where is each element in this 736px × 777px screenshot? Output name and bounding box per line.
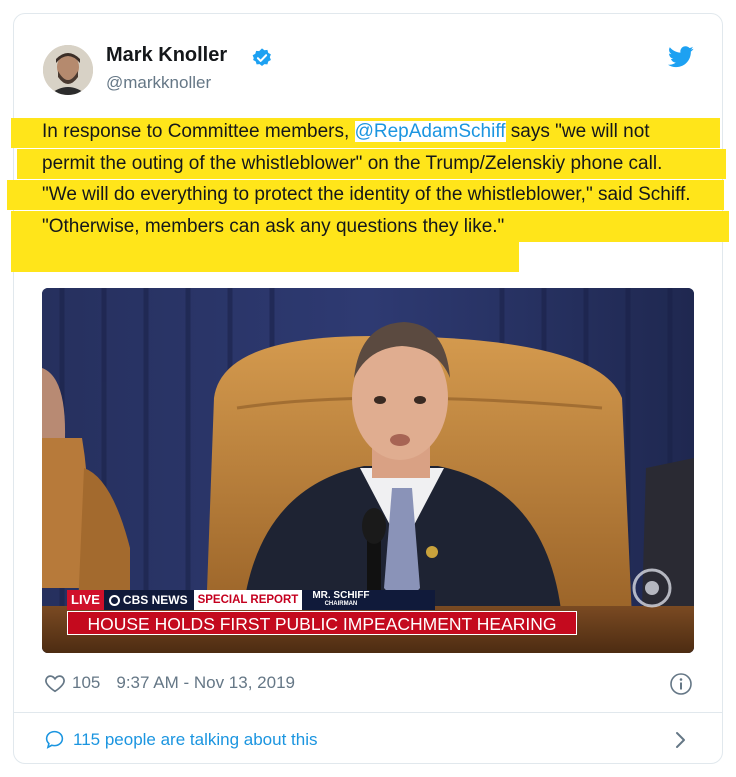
talking-about-link[interactable]: 115 people are talking about this bbox=[44, 729, 317, 750]
tweet-meta: 105 9:37 AM - Nov 13, 2019 bbox=[44, 672, 295, 694]
like-count[interactable]: 105 bbox=[72, 673, 100, 693]
talking-about-text: 115 people are talking about this bbox=[73, 729, 318, 749]
tweet-text: In response to Committee members, @RepAd… bbox=[42, 116, 702, 242]
cbs-eye-icon bbox=[108, 594, 120, 606]
verified-badge-icon bbox=[252, 48, 271, 66]
author-handle[interactable]: @markknoller bbox=[106, 73, 211, 93]
live-badge: LIVE bbox=[67, 590, 104, 610]
info-icon[interactable] bbox=[669, 672, 693, 696]
special-report-label: SPECIAL REPORT bbox=[193, 590, 303, 610]
name-tag: MR. SCHIFF CHAIRMAN bbox=[312, 591, 369, 609]
chyron-top-bar: LIVE CBS NEWS SPECIAL REPORT MR. SCHIFF … bbox=[67, 590, 435, 610]
highlight-stroke bbox=[11, 242, 519, 272]
chevron-right-icon[interactable] bbox=[674, 731, 688, 749]
mention-link[interactable]: @RepAdamSchiff bbox=[354, 121, 506, 142]
chyron-headline: HOUSE HOLDS FIRST PUBLIC IMPEACHMENT HEA… bbox=[67, 611, 577, 635]
footer-divider bbox=[14, 712, 722, 713]
heart-icon[interactable] bbox=[44, 672, 66, 694]
speech-bubble-icon bbox=[45, 730, 64, 749]
author-name[interactable]: Mark Knoller bbox=[106, 44, 227, 67]
tweet-timestamp[interactable]: 9:37 AM - Nov 13, 2019 bbox=[116, 673, 295, 693]
network-name: CBS NEWS bbox=[122, 593, 188, 607]
name-tag-name: MR. SCHIFF bbox=[312, 590, 370, 601]
name-tag-title: CHAIRMAN bbox=[324, 601, 358, 607]
tweet-text-start: In response to Committee members, bbox=[42, 121, 355, 142]
avatar[interactable] bbox=[43, 45, 93, 95]
twitter-bird-icon[interactable] bbox=[668, 46, 694, 68]
tweet-media[interactable]: LIVE CBS NEWS SPECIAL REPORT MR. SCHIFF … bbox=[42, 288, 694, 653]
